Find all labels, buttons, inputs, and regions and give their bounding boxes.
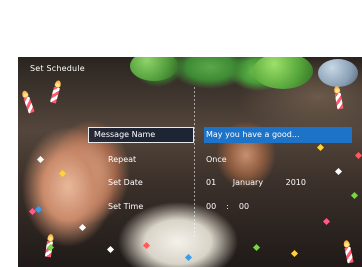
menu-label-set-time[interactable]: Set Time bbox=[88, 199, 194, 215]
menu-row-set-time[interactable]: Set Time 00: 00 bbox=[88, 199, 348, 215]
candle-icon bbox=[333, 85, 344, 110]
menu-label-repeat[interactable]: Repeat bbox=[88, 152, 194, 168]
confetti-icon bbox=[350, 191, 359, 200]
confetti-icon bbox=[34, 205, 43, 214]
menu-value-repeat[interactable]: Once bbox=[204, 152, 352, 168]
balloon-icon bbox=[318, 59, 358, 87]
confetti-icon bbox=[142, 241, 151, 250]
confetti-icon bbox=[316, 143, 325, 152]
balloon-icon bbox=[253, 57, 313, 89]
time-separator: : bbox=[226, 202, 229, 211]
menu-label-set-date[interactable]: Set Date bbox=[88, 175, 194, 191]
date-year[interactable]: 2010 bbox=[286, 175, 306, 191]
confetti-icon bbox=[290, 249, 299, 258]
confetti-icon bbox=[36, 155, 45, 164]
confetti-icon bbox=[58, 169, 67, 178]
menu-row-set-date[interactable]: Set Date 01 January 2010 bbox=[88, 175, 348, 191]
candle-icon bbox=[21, 89, 35, 114]
menu-row-message-name[interactable]: Message Name May you have a good... bbox=[88, 127, 352, 143]
date-day[interactable]: 01 bbox=[206, 175, 216, 191]
confetti-icon bbox=[184, 253, 193, 262]
date-month[interactable]: January bbox=[233, 175, 263, 191]
confetti-icon bbox=[252, 243, 261, 252]
menu-label-message-name[interactable]: Message Name bbox=[88, 127, 194, 143]
screen-title: Set Schedule bbox=[30, 64, 85, 73]
time-hour[interactable]: 00 bbox=[206, 202, 216, 211]
candle-icon bbox=[342, 239, 354, 264]
menu-value-message-name[interactable]: May you have a good... bbox=[204, 127, 352, 143]
candle-icon bbox=[50, 79, 62, 104]
menu-row-repeat[interactable]: Repeat Once bbox=[88, 152, 348, 168]
confetti-icon bbox=[78, 223, 87, 232]
menu-value-set-date[interactable]: 01 January 2010 bbox=[204, 175, 352, 191]
confetti-icon bbox=[322, 217, 331, 226]
photo-frame-screen: Set Schedule Message Name May you have a… bbox=[18, 57, 362, 267]
confetti-icon bbox=[106, 245, 115, 254]
balloon-icon bbox=[130, 57, 178, 81]
menu-value-set-time[interactable]: 00: 00 bbox=[204, 199, 352, 215]
confetti-icon bbox=[354, 151, 362, 160]
confetti-icon bbox=[334, 167, 343, 176]
time-minute[interactable]: 00 bbox=[239, 202, 249, 211]
